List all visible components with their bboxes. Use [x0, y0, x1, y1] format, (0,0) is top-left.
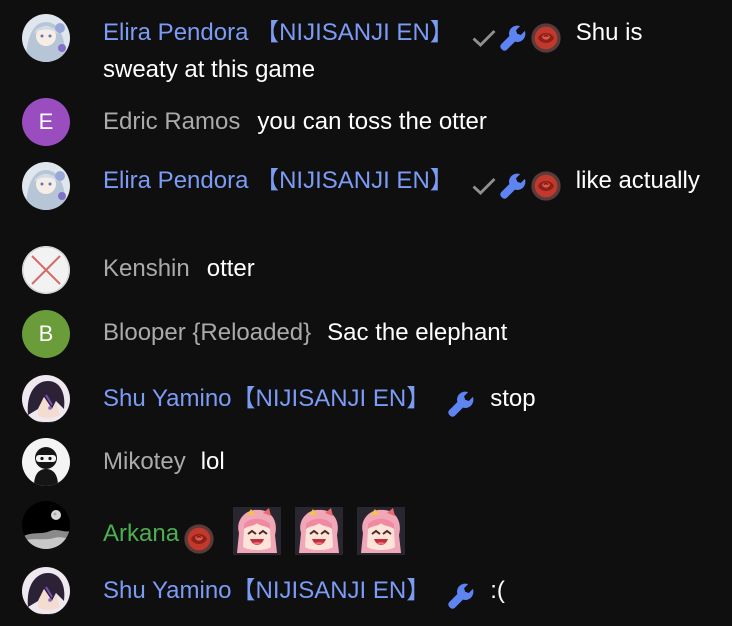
- avatar-letter: B: [38, 321, 54, 346]
- message-text: lol: [200, 448, 225, 475]
- author-badges: [470, 169, 562, 202]
- moderator-wrench-icon: [446, 581, 476, 611]
- author-name[interactable]: Elira Pendora 【NIJISANJI EN】: [103, 167, 454, 194]
- avatar[interactable]: E: [22, 98, 70, 146]
- message-text: :(: [490, 577, 505, 604]
- author-name[interactable]: Shu Yamino【NIJISANJI EN】: [103, 577, 430, 604]
- avatar[interactable]: [22, 14, 70, 62]
- moderator-wrench-icon: [498, 23, 528, 53]
- anime-girl-emote: [295, 507, 343, 555]
- avatar[interactable]: [22, 246, 70, 294]
- author-badges: [183, 522, 215, 555]
- avatar[interactable]: [22, 438, 70, 486]
- anime-girl-emote: [357, 507, 405, 555]
- author-name[interactable]: Edric Ramos: [103, 108, 240, 135]
- verified-checkmark-icon: [470, 172, 498, 200]
- rose-badge-icon: [530, 170, 562, 202]
- live-chat: Elira Pendora 【NIJISANJI EN】 Shu is sweat…: [0, 0, 732, 626]
- author-name[interactable]: Mikotey: [103, 448, 186, 475]
- author-name[interactable]: Kenshin: [103, 255, 190, 282]
- avatar[interactable]: [22, 162, 70, 210]
- moderator-wrench-icon: [498, 171, 528, 201]
- message-text: otter: [206, 255, 255, 282]
- author-badges: [470, 21, 562, 54]
- author-badges: [446, 387, 476, 419]
- author-badges: [446, 579, 476, 611]
- anime-girl-emote: [233, 507, 281, 555]
- avatar[interactable]: [22, 375, 70, 423]
- author-name[interactable]: Elira Pendora 【NIJISANJI EN】: [103, 19, 454, 46]
- avatar[interactable]: [22, 567, 70, 615]
- message-text: like actually: [575, 167, 700, 194]
- message-text: stop: [490, 385, 536, 412]
- avatar[interactable]: [22, 501, 70, 549]
- author-name[interactable]: Blooper {Reloaded}: [103, 319, 311, 346]
- message-text: Sac the elephant: [327, 319, 508, 346]
- author-name[interactable]: Shu Yamino【NIJISANJI EN】: [103, 385, 430, 412]
- moderator-wrench-icon: [446, 389, 476, 419]
- message-text: you can toss the otter: [257, 108, 487, 135]
- rose-badge-icon: [183, 523, 215, 555]
- verified-checkmark-icon: [470, 24, 498, 52]
- avatar-letter: E: [38, 109, 54, 134]
- rose-badge-icon: [530, 22, 562, 54]
- avatar[interactable]: B: [22, 310, 70, 358]
- author-name[interactable]: Arkana: [103, 520, 179, 547]
